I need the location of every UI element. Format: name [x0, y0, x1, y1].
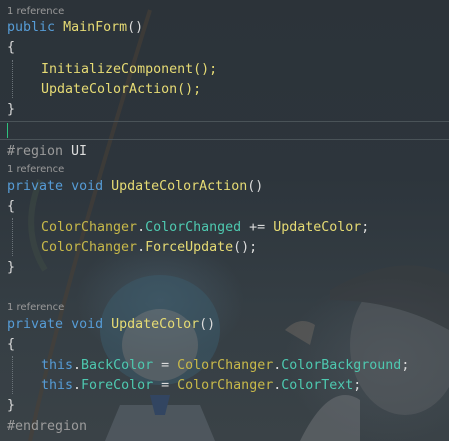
keyword: public	[7, 20, 56, 35]
code-text: =	[153, 358, 178, 373]
code-line[interactable]: this.ForeColor = ColorChanger.ColorText;	[41, 376, 361, 396]
codelens-references[interactable]: 1 reference	[7, 301, 64, 315]
region-name: UI	[63, 144, 88, 159]
method-name: UpdateColor	[111, 317, 200, 332]
open-brace: {	[7, 199, 16, 214]
preprocessor-directive: #endregion	[7, 419, 88, 434]
code-line[interactable]: ColorChanger.ForceUpdate();	[41, 238, 257, 258]
code-line[interactable]: public MainForm()	[7, 18, 143, 38]
code-text: .	[137, 240, 146, 255]
code-text: ()	[199, 317, 216, 332]
keyword: this	[41, 378, 74, 393]
property-name: ColorText	[281, 378, 354, 393]
code-line[interactable]: }	[7, 396, 15, 416]
code-line[interactable]: private void UpdateColorAction()	[7, 177, 263, 197]
code-line[interactable]: {	[7, 335, 15, 355]
code-text: ()	[247, 179, 264, 194]
indent-guide	[12, 60, 13, 98]
code-text: .	[137, 220, 146, 235]
code-text: =	[153, 378, 178, 393]
code-text: ;	[353, 378, 362, 393]
property-name: BackColor	[81, 358, 154, 373]
method-call: InitializeComponent();	[41, 62, 218, 77]
code-line[interactable]: ColorChanger.ColorChanged += UpdateColor…	[41, 218, 369, 238]
open-brace: {	[7, 40, 16, 55]
open-brace: {	[7, 337, 16, 352]
text-caret	[7, 123, 8, 138]
code-line[interactable]: #endregion	[7, 417, 87, 437]
method-name: ForceUpdate	[145, 240, 234, 255]
code-text: .	[73, 358, 82, 373]
event-name: ColorChanged	[145, 220, 242, 235]
method-name: UpdateColor	[273, 220, 362, 235]
code-text: ()	[127, 20, 144, 35]
codelens-references[interactable]: 1 reference	[7, 163, 64, 177]
code-text: ;	[401, 358, 410, 373]
code-line[interactable]: UpdateColorAction();	[41, 80, 201, 100]
close-brace: }	[7, 398, 16, 413]
code-line[interactable]: #region UI	[7, 142, 87, 162]
class-name: ColorChanger	[41, 220, 138, 235]
code-line[interactable]: {	[7, 197, 15, 217]
class-name: ColorChanger	[177, 358, 274, 373]
code-line[interactable]: }	[7, 258, 15, 278]
code-text: ();	[233, 240, 258, 255]
codelens-references[interactable]: 1 reference	[7, 5, 64, 19]
code-line[interactable]: }	[7, 100, 15, 120]
keyword: private	[7, 317, 64, 332]
keyword: this	[41, 358, 74, 373]
code-text: +=	[241, 220, 274, 235]
code-editor[interactable]: 1 reference public MainForm() { Initiali…	[0, 0, 449, 441]
code-text: ;	[361, 220, 370, 235]
preprocessor-directive: #region	[7, 144, 64, 159]
keyword: private	[7, 179, 64, 194]
code-line[interactable]: private void UpdateColor()	[7, 315, 215, 335]
method-name: UpdateColorAction	[111, 179, 248, 194]
property-name: ForeColor	[81, 378, 154, 393]
current-line-highlight	[0, 121, 449, 140]
indent-guide	[12, 218, 13, 256]
code-text: .	[73, 378, 82, 393]
code-line[interactable]: {	[7, 38, 15, 58]
method-call: UpdateColorAction();	[41, 82, 202, 97]
keyword: void	[71, 317, 104, 332]
indent-guide	[12, 356, 13, 394]
class-name: ColorChanger	[177, 378, 274, 393]
code-line[interactable]: this.BackColor = ColorChanger.ColorBackg…	[41, 356, 409, 376]
class-name: ColorChanger	[41, 240, 138, 255]
close-brace: }	[7, 102, 16, 117]
property-name: ColorBackground	[281, 358, 402, 373]
code-line[interactable]: InitializeComponent();	[41, 60, 217, 80]
method-name: MainForm	[63, 20, 128, 35]
keyword: void	[71, 179, 104, 194]
close-brace: }	[7, 260, 16, 275]
